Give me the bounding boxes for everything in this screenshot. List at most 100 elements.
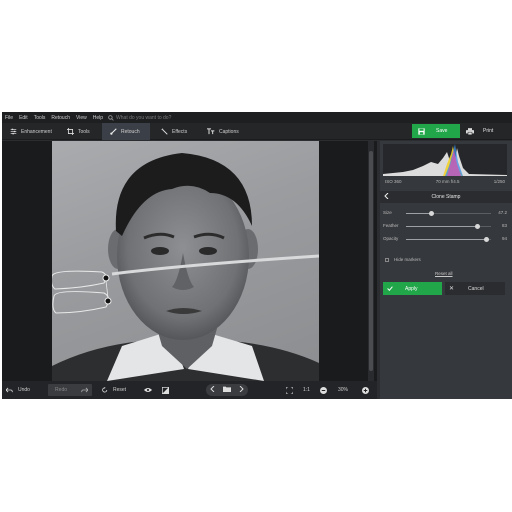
slider-handle[interactable] [474, 224, 480, 229]
open-folder-button[interactable] [223, 386, 231, 394]
undo-button[interactable]: Undo [6, 384, 30, 396]
photo-image[interactable] [52, 141, 319, 381]
chevron-right-icon [239, 385, 244, 393]
zoom-level[interactable]: 30% [338, 384, 348, 396]
feather-value: 83 [501, 223, 507, 228]
folder-icon [223, 386, 231, 392]
eye-icon [144, 388, 152, 392]
chevron-left-icon [210, 385, 215, 393]
save-button[interactable]: Save [412, 124, 460, 138]
close-icon: ✕ [449, 286, 455, 292]
image-navigation [206, 384, 248, 396]
menu-bar: File Edit Tools Retouch View Help What d… [2, 112, 512, 123]
size-value: 47.2 [498, 210, 507, 215]
tab-label: Tools [78, 128, 90, 135]
cancel-button[interactable]: ✕ Cancel [445, 282, 505, 295]
previous-image-button[interactable] [210, 385, 215, 394]
hide-markers-checkbox[interactable]: Hide markers [385, 257, 421, 262]
size-label: Size [383, 210, 392, 215]
opacity-value: 94 [501, 236, 507, 241]
feather-label: Feather [383, 223, 399, 228]
main-toolbar: Enhancement Tools Retouch Effects Captio… [2, 123, 512, 140]
zoom-1to1-button[interactable]: 1:1 [303, 384, 310, 396]
menu-edit[interactable]: Edit [16, 115, 31, 121]
next-image-button[interactable] [239, 385, 244, 394]
menu-retouch[interactable]: Retouch [48, 115, 73, 121]
tab-tools[interactable]: Tools [64, 123, 100, 140]
feather-slider[interactable] [406, 224, 491, 229]
right-panel: ISO 360 70 mm f/4.5 1/250 Clone Stamp Si… [380, 141, 512, 399]
tab-label: Retouch [121, 128, 140, 135]
tab-label: Effects [172, 128, 188, 135]
vertical-scrollbar[interactable] [368, 141, 374, 381]
slider-handle[interactable] [428, 211, 434, 216]
chevron-left-icon [383, 192, 388, 200]
brush-icon [110, 128, 117, 135]
clone-stamp-header: Clone Stamp [380, 191, 512, 203]
exif-iso: ISO 360 [385, 179, 402, 184]
text-icon [207, 128, 215, 135]
undo-icon [6, 387, 13, 393]
reset-icon [102, 387, 108, 393]
floppy-disk-icon [418, 127, 425, 135]
menu-file[interactable]: File [2, 115, 16, 121]
reset-all-link[interactable]: Reset all [435, 271, 453, 276]
crop-icon [67, 128, 74, 135]
minus-circle-icon [320, 386, 327, 394]
exif-lens: 70 mm f/4.5 [435, 179, 460, 184]
menu-help[interactable]: Help [90, 115, 106, 121]
apply-label: Apply [405, 285, 418, 292]
reset-button[interactable]: Reset [102, 384, 126, 396]
back-button[interactable] [380, 192, 392, 201]
zoom-out-button[interactable] [320, 384, 327, 396]
slider-handle[interactable] [483, 237, 489, 242]
redo-icon [81, 387, 88, 393]
panel-title: Clone Stamp [431, 194, 461, 200]
command-search[interactable]: What do you want to do? [108, 115, 171, 121]
zoom-in-button[interactable] [362, 384, 369, 396]
size-slider[interactable] [406, 211, 491, 216]
print-label: Print [483, 128, 494, 134]
save-label: Save [436, 128, 448, 134]
tab-enhancement[interactable]: Enhancement [6, 123, 54, 140]
tab-retouch[interactable]: Retouch [102, 123, 150, 140]
compare-button[interactable] [162, 384, 169, 396]
slider-fill [406, 213, 431, 214]
checkbox-box[interactable] [385, 257, 389, 262]
plus-circle-icon [362, 386, 369, 394]
scrollbar-thumb[interactable] [369, 151, 373, 371]
search-placeholder: What do you want to do? [116, 114, 172, 121]
cancel-label: Cancel [468, 285, 484, 292]
hide-markers-label: Hide markers [394, 257, 421, 262]
menu-tools[interactable]: Tools [31, 115, 49, 121]
portrait-photo [52, 153, 319, 381]
fit-screen-icon [286, 386, 293, 394]
exif-shutter: 1/250 [493, 179, 505, 184]
magic-wand-icon [161, 128, 168, 135]
search-icon [108, 114, 114, 121]
checkmark-icon [387, 286, 393, 291]
compare-icon [162, 386, 169, 394]
print-button[interactable]: Print [464, 124, 504, 138]
tab-captions[interactable]: Captions [203, 123, 247, 140]
feather-slider-row: Feather 83 [383, 222, 507, 230]
opacity-slider[interactable] [406, 237, 491, 242]
tab-label: Captions [219, 128, 239, 135]
image-canvas[interactable] [2, 141, 377, 381]
fit-to-screen-button[interactable] [286, 384, 293, 396]
opacity-slider-row: Opacity 94 [383, 235, 507, 243]
tab-effects[interactable]: Effects [158, 123, 194, 140]
apply-button[interactable]: Apply [383, 282, 442, 295]
histogram [383, 144, 507, 176]
exif-info: ISO 360 70 mm f/4.5 1/250 [383, 179, 507, 187]
preview-toggle[interactable] [144, 384, 152, 396]
menu-view[interactable]: View [73, 115, 90, 121]
redo-button[interactable]: Redo [48, 384, 92, 396]
redo-label: Redo [55, 387, 67, 393]
opacity-label: Opacity [383, 236, 399, 241]
bottom-bar: Undo Redo Reset 1:1 30% [2, 381, 377, 399]
tab-label: Enhancement [21, 128, 52, 135]
slider-fill [406, 239, 486, 240]
slider-fill [406, 226, 477, 227]
undo-label: Undo [18, 387, 30, 393]
